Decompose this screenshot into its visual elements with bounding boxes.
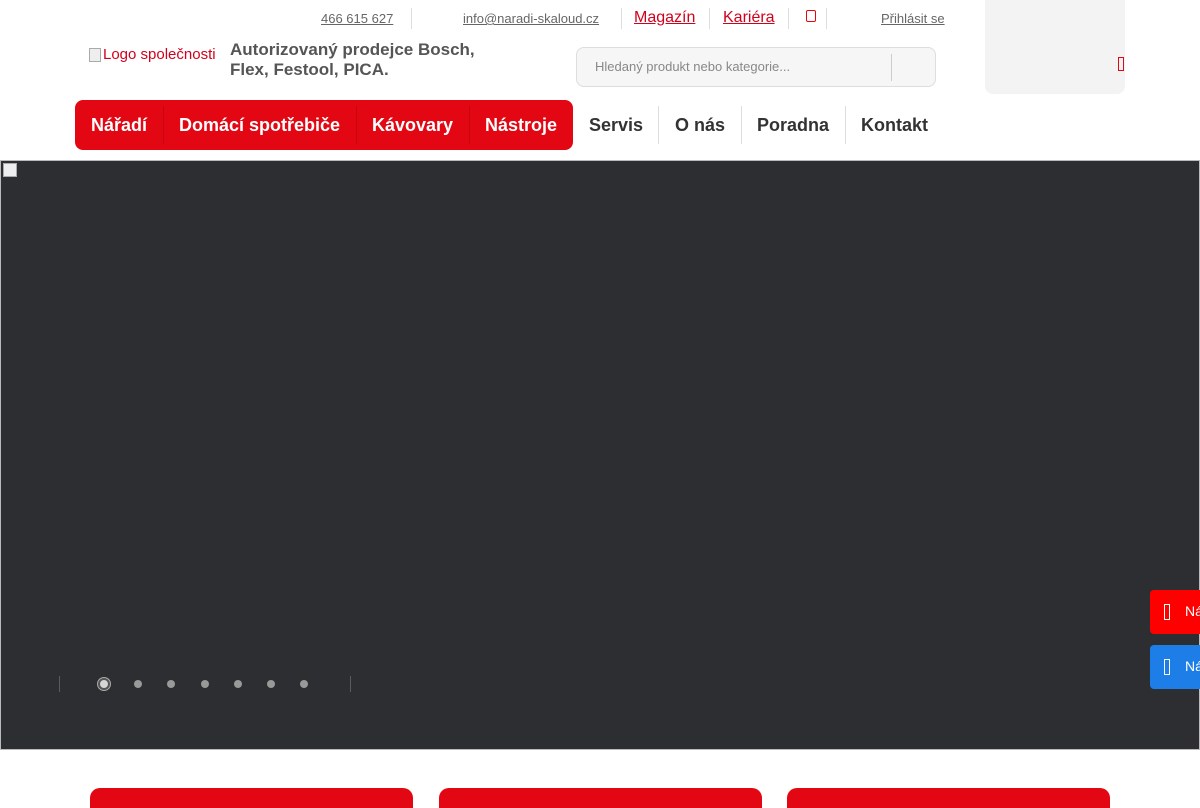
category-card[interactable] bbox=[439, 788, 762, 808]
divider bbox=[788, 8, 789, 29]
login-link[interactable]: Přihlásit se bbox=[881, 11, 945, 26]
divider bbox=[621, 8, 622, 29]
nav-item-o-nas[interactable]: O nás bbox=[675, 115, 725, 136]
phone-link[interactable]: 466 615 627 bbox=[321, 11, 393, 26]
next-slide-arrow[interactable] bbox=[350, 676, 360, 692]
cart-box[interactable] bbox=[985, 0, 1125, 94]
search-input[interactable] bbox=[595, 59, 885, 74]
slide-dot-1[interactable] bbox=[98, 678, 110, 690]
side-button-icon bbox=[1164, 604, 1170, 620]
nav-item-kavovary[interactable]: Kávovary bbox=[372, 115, 453, 136]
logo-alt-text: Logo společnosti bbox=[103, 46, 216, 63]
divider bbox=[741, 106, 742, 144]
divider bbox=[709, 8, 710, 29]
divider bbox=[356, 106, 357, 144]
hero-slider[interactable] bbox=[0, 160, 1200, 750]
company-logo[interactable]: Logo společnosti bbox=[89, 46, 216, 63]
category-card[interactable] bbox=[90, 788, 413, 808]
slide-dot-3[interactable] bbox=[167, 680, 175, 688]
favorites-icon[interactable] bbox=[806, 10, 816, 22]
career-link[interactable]: Kariéra bbox=[723, 9, 775, 27]
cart-icon[interactable] bbox=[1118, 57, 1124, 71]
side-button-label: Ná bbox=[1185, 603, 1200, 619]
prev-slide-arrow[interactable] bbox=[59, 676, 69, 692]
divider bbox=[163, 106, 164, 144]
side-button-label: Ná bbox=[1185, 658, 1200, 674]
search-button[interactable] bbox=[893, 48, 935, 86]
divider bbox=[845, 106, 846, 144]
divider bbox=[826, 8, 827, 29]
email-link[interactable]: info@naradi-skaloud.cz bbox=[463, 11, 599, 26]
broken-image-icon bbox=[89, 47, 101, 62]
nav-item-kontakt[interactable]: Kontakt bbox=[861, 115, 928, 136]
tagline: Autorizovaný prodejce Bosch, Flex, Festo… bbox=[230, 40, 475, 79]
side-button-red[interactable]: Ná bbox=[1150, 590, 1200, 634]
slide-dot-4[interactable] bbox=[201, 680, 209, 688]
magazine-link[interactable]: Magazín bbox=[634, 9, 695, 27]
slide-dot-7[interactable] bbox=[300, 680, 308, 688]
side-button-blue[interactable]: Ná bbox=[1150, 645, 1200, 689]
slide-dot-5[interactable] bbox=[234, 680, 242, 688]
category-card[interactable] bbox=[787, 788, 1110, 808]
search-divider bbox=[891, 54, 892, 81]
nav-item-poradna[interactable]: Poradna bbox=[757, 115, 829, 136]
divider bbox=[411, 8, 412, 29]
slide-dot-2[interactable] bbox=[134, 680, 142, 688]
broken-image-icon bbox=[3, 163, 17, 177]
divider bbox=[469, 106, 470, 144]
side-button-icon bbox=[1164, 659, 1170, 675]
nav-item-nastroje[interactable]: Nástroje bbox=[485, 115, 557, 136]
nav-item-servis[interactable]: Servis bbox=[589, 115, 643, 136]
divider bbox=[658, 106, 659, 144]
nav-item-domaci-spotrebice[interactable]: Domácí spotřebiče bbox=[179, 115, 340, 136]
search-box bbox=[576, 47, 936, 87]
nav-item-naradi[interactable]: Nářadí bbox=[91, 115, 147, 136]
slide-dot-6[interactable] bbox=[267, 680, 275, 688]
